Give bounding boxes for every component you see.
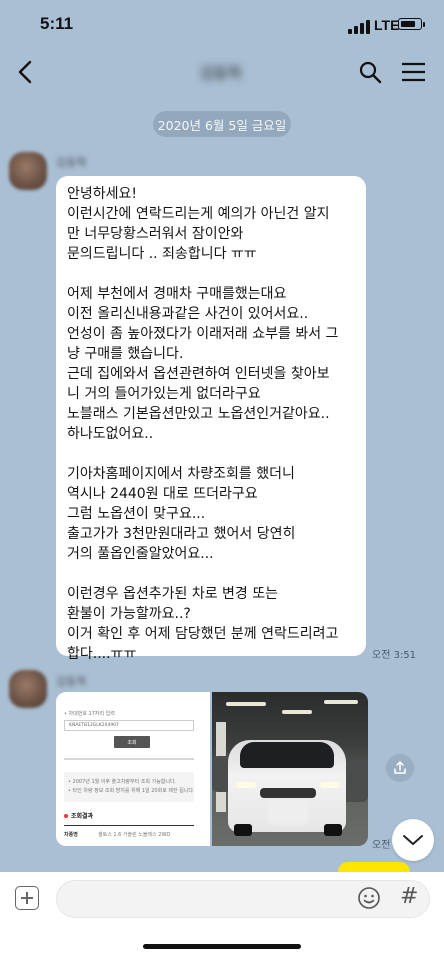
share-button[interactable] xyxy=(386,754,414,782)
car-windshield xyxy=(240,742,334,768)
message-line: 출고가가 3천만원대라고 했어서 당연히 xyxy=(67,526,296,542)
scroll-down-button[interactable] xyxy=(392,819,434,861)
message-time: 오전 3:51 xyxy=(372,650,417,661)
doc-section-title: 조회결과 xyxy=(71,813,94,820)
status-time: 5:11 xyxy=(40,14,74,33)
photo-car[interactable] xyxy=(212,692,368,846)
message-line: 어제 부천에서 경매차 구매를했는대요 xyxy=(67,286,287,302)
battery-level xyxy=(401,21,415,27)
doc-note-box: • 2007년 1월 이후 출고차량부터 조회 가능합니다. • 타인 차량 정… xyxy=(64,772,195,802)
message-line: 환불이 가능할까요..? xyxy=(67,606,191,622)
chat-header: 김동혁 xyxy=(0,52,444,92)
message-line: 안녕하세요! xyxy=(67,186,138,202)
status-bar: 5:11 LTE xyxy=(0,0,444,52)
message-line: 만 너무당황스러워서 잠이안와 xyxy=(67,226,244,242)
share-icon xyxy=(394,761,406,774)
doc-row-label: 차종명 xyxy=(64,832,78,838)
message-line: 이런경우 옵션추가된 차로 변경 또는 xyxy=(67,586,278,602)
sender-name: 김동혁 xyxy=(56,156,87,169)
sender-name: 김동혁 xyxy=(56,675,87,688)
ceiling-light xyxy=(282,710,312,714)
doc-search-button: 조회 xyxy=(114,736,150,748)
network-label: LTE xyxy=(374,17,400,33)
home-indicator xyxy=(143,944,301,949)
license-plate xyxy=(268,802,308,824)
message-line: 역시나 2440원 대로 뜨더라구요 xyxy=(67,486,258,502)
chat-title: 김동혁 xyxy=(200,64,242,82)
message-line: 근데 집에와서 옵션관련하여 인터넷을 찾아보 xyxy=(67,366,330,382)
message-line: 언성이 좀 높아졌다가 이래저래 쇼부를 봐서 그 xyxy=(67,326,339,342)
divider xyxy=(64,758,194,760)
divider xyxy=(64,825,194,826)
message-line xyxy=(67,564,356,584)
car-wheel xyxy=(324,824,342,836)
date-separator: 2020년 6월 5일 금요일 xyxy=(153,111,291,137)
message-line: 그럼 노옵션이 맞구요... xyxy=(67,506,206,522)
message-line: 합다....ㅠㅠ xyxy=(67,646,137,662)
hashtag-icon[interactable]: # xyxy=(400,884,418,909)
chevron-down-icon xyxy=(403,835,423,845)
avatar[interactable] xyxy=(9,670,47,708)
car-wheel xyxy=(234,824,252,836)
car-headlight xyxy=(236,782,256,788)
avatar[interactable] xyxy=(9,152,47,190)
battery-icon xyxy=(398,18,425,30)
doc-row-value: 셀토스 1.6 가솔린 노블레스 2WD xyxy=(98,832,171,838)
message-line: 거의 풀옵인줄알았어요... xyxy=(67,546,214,562)
message-line: 이전 올리신내용과같은 사건이 있어서요.. xyxy=(67,306,309,322)
search-icon[interactable] xyxy=(358,60,382,84)
message-line: 니 거의 들어가있는게 없더라구요 xyxy=(67,386,261,402)
doc-vin-field: KNAETB12GLK204907 xyxy=(64,720,194,731)
message-line: 기아차홈페이지에서 차량조회를 했더니 xyxy=(67,466,295,482)
message-line: 이런시간에 연락드리는게 예의가 아닌건 알지 xyxy=(67,206,330,222)
doc-note-line: • 2007년 1월 이후 출고차량부터 조회 가능합니다. xyxy=(68,779,177,785)
message-line: 하나도없어요.. xyxy=(67,426,154,442)
bullet-icon xyxy=(64,814,68,818)
message-line: 노블래스 기본옵션만있고 노옵션인거같아요.. xyxy=(67,406,330,422)
doc-label: • 차대번호 17자리 입력 xyxy=(64,711,115,717)
ceiling-light xyxy=(226,702,266,706)
back-arrow-icon[interactable] xyxy=(14,58,38,86)
plus-button[interactable] xyxy=(15,886,39,910)
car-grille xyxy=(260,788,316,798)
doc-note-line: • 타인 차량 정보 조회 방지를 위해 1일 20회로 제한 됩니다. xyxy=(68,788,195,794)
car-headlight xyxy=(320,782,340,788)
photo-screenshot[interactable]: • 차대번호 17자리 입력 KNAETB12GLK204907 조회 • 20… xyxy=(56,692,210,846)
message-line: 문의드립니다 .. 죄송합니다 ㅠㅠ xyxy=(67,246,257,262)
ceiling-light xyxy=(324,700,358,704)
emoji-icon[interactable] xyxy=(357,886,381,910)
message-line: 이거 확인 후 어제 담당했던 분께 연락드리려고 xyxy=(67,626,339,642)
message-line xyxy=(67,264,356,284)
message-line xyxy=(67,444,356,464)
message-line: 냥 구매를 했습니다. xyxy=(67,346,184,362)
message-bubble[interactable]: 안녕하세요! 이런시간에 연락드리는게 예의가 아닌건 알지 만 너무당황스러워… xyxy=(56,176,366,662)
menu-icon[interactable] xyxy=(401,61,426,83)
signal-icon xyxy=(348,20,370,34)
